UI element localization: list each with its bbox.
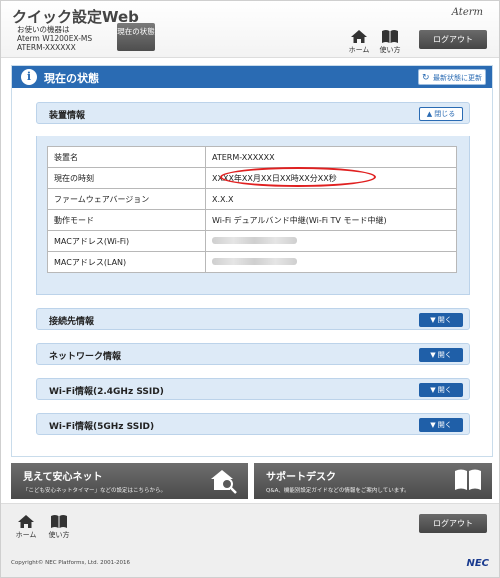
accordion-label: ネットワーク情報 [49, 352, 122, 362]
house-search-icon [211, 470, 237, 494]
accordion-network-info[interactable]: ネットワーク情報 ▼ 開く [36, 343, 470, 365]
book-icon [382, 30, 398, 43]
book-icon [51, 515, 67, 528]
row-key: MACアドレス(LAN) [47, 251, 206, 273]
row-key: 装置名 [47, 146, 206, 168]
footer-home-link[interactable]: ホーム [11, 514, 41, 540]
row-key: ファームウェアバージョン [47, 188, 206, 210]
page-title: 現在の状態 [44, 72, 99, 85]
open-label: 開く [437, 351, 452, 359]
footer-help-link[interactable]: 使い方 [44, 514, 74, 540]
home-link[interactable]: ホーム [344, 29, 374, 55]
chevron-down-icon: ▼ [430, 421, 438, 429]
accordion-wifi-24[interactable]: Wi-Fi情報(2.4GHz SSID) ▼ 開く [36, 378, 470, 400]
table-row: 動作モード Wi-Fi デュアルバンド中継(Wi-Fi TV モード中継) [47, 209, 457, 231]
row-key: 現在の時刻 [47, 167, 206, 189]
row-value-redacted [205, 251, 457, 273]
accordion-label: 装置情報 [49, 111, 86, 121]
open-label: 開く [437, 386, 452, 394]
table-row: ファームウェアバージョン X.X.X [47, 188, 457, 210]
table-row: MACアドレス(Wi-Fi) [47, 230, 457, 252]
help-link[interactable]: 使い方 [375, 29, 405, 55]
row-value-redacted [205, 230, 457, 252]
close-button[interactable]: ▲ 閉じる [419, 107, 463, 121]
page: クイック設定Web お使いの機器は Aterm W1200EX-MS ATERM… [0, 0, 500, 578]
section-header: i 現在の状態 ↻ 最新状態に更新 [12, 66, 492, 88]
device-info: お使いの機器は Aterm W1200EX-MS ATERM-XXXXXX [17, 25, 92, 52]
main-panel: i 現在の状態 ↻ 最新状態に更新 装置情報 ▲ 閉じる 装置名 ATERM-X… [11, 65, 493, 457]
open-label: 開く [437, 421, 452, 429]
close-label: 閉じる [434, 110, 456, 118]
refresh-icon: ↻ [422, 73, 430, 83]
home-label: ホーム [15, 531, 37, 539]
chevron-down-icon: ▼ [430, 351, 438, 359]
accordion-label: Wi-Fi情報(5GHz SSID) [49, 422, 155, 432]
tile-title: 見えて安心ネット [23, 472, 103, 483]
row-value: ATERM-XXXXXX [205, 146, 457, 168]
current-status-button[interactable]: 現在の状態 [117, 23, 155, 51]
aterm-logo: Aterm [451, 7, 483, 18]
table-row: 装置名 ATERM-XXXXXX [47, 146, 457, 168]
accordion-label: Wi-Fi情報(2.4GHz SSID) [49, 387, 164, 397]
table-row: MACアドレス(LAN) [47, 251, 457, 273]
tile-title: サポートデスク [266, 472, 336, 483]
row-key: MACアドレス(Wi-Fi) [47, 230, 206, 252]
accordion-label: 接続先情報 [49, 317, 95, 327]
open-label: 開く [437, 316, 452, 324]
nec-logo: NEC [466, 558, 489, 569]
footer-logout-button[interactable]: ログアウト [419, 514, 487, 533]
header: クイック設定Web お使いの機器は Aterm W1200EX-MS ATERM… [1, 1, 499, 58]
copyright: Copyright© NEC Platforms, Ltd. 2001-2016 [11, 560, 131, 566]
device-name: ATERM-XXXXXX [17, 43, 76, 52]
open-button[interactable]: ▼ 開く [419, 348, 463, 362]
info-icon: i [21, 69, 37, 85]
tile-desc: 「こども安心ネットタイマー」などの設定はこちらから。 [23, 488, 167, 494]
row-value: Wi-Fi デュアルバンド中継(Wi-Fi TV モード中継) [205, 209, 457, 231]
footer: ホーム 使い方 ログアウト Copyright© NEC Platforms, … [1, 503, 499, 577]
refresh-label: 最新状態に更新 [433, 74, 482, 82]
device-info-body: 装置名 ATERM-XXXXXX 現在の時刻 XXXX年XX月XX日XX時XX分… [36, 136, 470, 295]
help-label: 使い方 [379, 46, 401, 54]
refresh-button[interactable]: ↻ 最新状態に更新 [418, 69, 486, 85]
help-label: 使い方 [48, 531, 70, 539]
row-key: 動作モード [47, 209, 206, 231]
accordion-connection-info[interactable]: 接続先情報 ▼ 開く [36, 308, 470, 330]
open-button[interactable]: ▼ 開く [419, 383, 463, 397]
home-icon [351, 30, 367, 43]
home-label: ホーム [348, 46, 370, 54]
open-button[interactable]: ▼ 開く [419, 313, 463, 327]
home-icon [18, 515, 34, 528]
book-icon [455, 469, 481, 490]
accordion-device-info[interactable]: 装置情報 ▲ 閉じる [36, 102, 470, 124]
row-value: X.X.X [205, 188, 457, 210]
redacted-mac [212, 257, 297, 265]
device-label: お使いの機器は [17, 25, 70, 34]
device-model: Aterm W1200EX-MS [17, 34, 93, 43]
mimamori-net-tile[interactable]: 見えて安心ネット 「こども安心ネットタイマー」などの設定はこちらから。 [11, 463, 248, 499]
device-info-table: 装置名 ATERM-XXXXXX 現在の時刻 XXXX年XX月XX日XX時XX分… [47, 146, 457, 273]
tile-desc: Q&A、機能別設定ガイドなどの情報をご案内しています。 [266, 488, 410, 494]
logout-button[interactable]: ログアウト [419, 30, 487, 49]
support-desk-tile[interactable]: サポートデスク Q&A、機能別設定ガイドなどの情報をご案内しています。 [254, 463, 492, 499]
highlight-oval [220, 167, 376, 187]
open-button[interactable]: ▼ 開く [419, 418, 463, 432]
chevron-down-icon: ▼ [430, 386, 438, 394]
redacted-mac [212, 236, 297, 244]
accordion-wifi-5[interactable]: Wi-Fi情報(5GHz SSID) ▼ 開く [36, 413, 470, 435]
chevron-down-icon: ▼ [430, 316, 438, 324]
